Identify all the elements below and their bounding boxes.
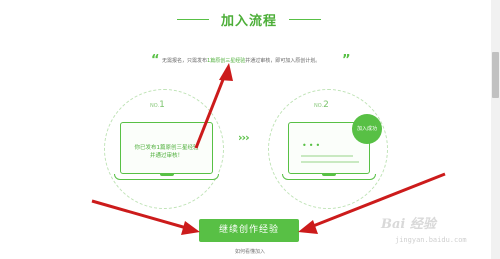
step-1-text-line2: 并通过审核！: [149, 153, 183, 159]
step-1-text: 你已发布1篇原创三星经验 并通过审核！: [121, 144, 212, 160]
continue-create-button[interactable]: 继续创作经验: [199, 219, 299, 242]
intro-text-before: 无需报名，只需发布: [162, 58, 208, 64]
step-2-laptop-base: [282, 174, 376, 180]
step-1-laptop-screen: 你已发布1篇原创三星经验 并通过审核！: [120, 122, 213, 174]
annotation-arrow-1-head-icon: [219, 63, 233, 81]
open-quote-icon: “: [151, 53, 160, 68]
annotation-arrow-2-head-icon: [181, 221, 200, 235]
scrollbar-thumb[interactable]: [492, 52, 499, 98]
step-2-label: NO.2: [314, 100, 329, 110]
step-1-prefix: NO.: [150, 103, 160, 109]
step-2-number: 2: [323, 100, 329, 110]
intro-text: 无需报名，只需发布1篇原创三星经验并通过审核，即可加入原创计划。: [162, 58, 340, 65]
join-success-badge: 加入成功: [352, 114, 382, 144]
title-divider-left: [177, 19, 209, 20]
close-quote-icon: ”: [342, 53, 351, 68]
annotation-arrow-3-head-icon: [298, 220, 318, 234]
step-2-prefix: NO.: [314, 103, 324, 109]
step-1-text-line1: 你已发布1篇原创三星经验: [134, 145, 199, 151]
page-title: 加入流程: [220, 14, 277, 29]
watermark-logo: Bai 经验: [381, 217, 436, 232]
intro-text-highlight: 1篇原创三星经验: [207, 58, 246, 64]
title-divider-right: [289, 19, 321, 20]
step-1-label: NO.1: [150, 100, 165, 110]
step-1-number: 1: [159, 100, 165, 110]
how-to-join-link[interactable]: 如何看懂加入: [225, 248, 275, 255]
content-line-2: [301, 161, 359, 163]
intro-text-after: 并通过审核，即可加入原创计划。: [245, 58, 321, 64]
step-1-laptop-base: [114, 174, 219, 180]
watermark-url: jingyan.baidu.com: [395, 236, 467, 244]
window-dots-icon: •••: [302, 141, 323, 150]
chevron-right-icon: ›››: [238, 131, 250, 144]
content-line-1: [301, 155, 353, 157]
